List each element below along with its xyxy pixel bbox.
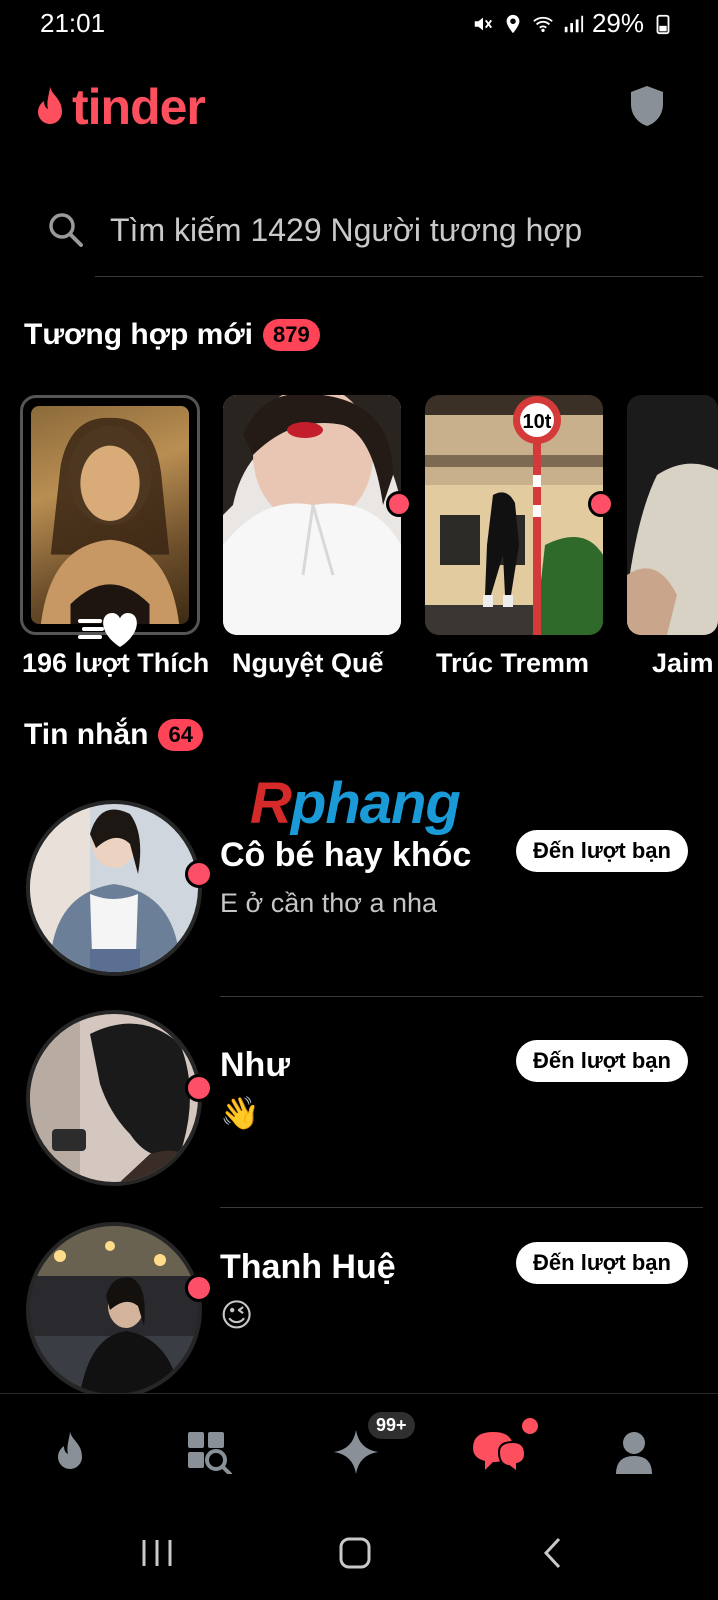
your-turn-badge: Đến lượt bạn [516,1040,688,1082]
new-matches-row: 196 lượt Thích Nguyệt Quế 10t Trúc Tremm… [0,395,718,685]
match-card[interactable] [223,395,401,635]
location-icon [506,14,520,33]
new-matches-count-badge: 879 [263,319,320,351]
sign-text: 10t [523,411,552,433]
message-name: Cô bé hay khóc [220,836,472,874]
new-matches-title: Tương hợp mới [24,318,254,351]
message-row[interactable]: Như 👋 Đến lượt bạn [0,1010,718,1200]
unread-dot [185,1274,213,1302]
chat-notification-dot [522,1418,538,1434]
search-underline [95,276,703,277]
message-preview: 😉 [220,1297,254,1333]
avatar [26,1222,202,1398]
message-name: Như [220,1046,290,1084]
logo-text: tinder [72,79,206,135]
divider [220,996,703,997]
your-turn-badge: Đến lượt bạn [516,1242,688,1284]
top-picks-badge: 99+ [368,1412,415,1439]
nav-chat[interactable] [468,1422,528,1482]
recents-button[interactable] [132,1533,182,1573]
wifi-icon [533,16,553,32]
back-button[interactable] [528,1533,578,1573]
home-icon [58,1431,82,1469]
home-button[interactable] [330,1533,380,1573]
nav-explore[interactable] [180,1422,240,1482]
unread-dot [185,860,213,888]
flame-icon [38,86,62,124]
message-row[interactable]: Thanh Huệ 😉 Đến lượt bạn [0,1222,718,1412]
shield-icon[interactable] [628,84,666,128]
search-input[interactable] [110,204,690,256]
explore-icon [188,1432,232,1474]
likes-photo [31,406,189,624]
app-header: tinder [0,70,718,140]
message-preview: E ở cần thơ a nha [220,888,438,918]
message-row[interactable]: Cô bé hay khóc E ở cần thơ a nha Đến lượ… [0,800,718,990]
message-preview: 👋 [220,1095,260,1131]
battery-percent: 29% [591,8,644,38]
likes-card[interactable] [20,395,200,635]
home-square-icon [339,1537,371,1569]
status-bar: 21:01 29% [0,0,718,48]
likes-heart-icon [78,613,137,647]
battery-icon [656,14,670,34]
search-bar [40,200,703,280]
messages-title: Tin nhắn [24,718,149,751]
message-name: Thanh Huệ [220,1248,396,1286]
chat-icon [473,1432,527,1474]
match-name: Jaim [652,648,714,678]
status-icons: 29% [472,8,674,39]
unread-dot [185,1074,213,1102]
match-name: Trúc Tremm [436,648,590,678]
search-icon [49,213,83,247]
match-card[interactable]: 10t [425,395,603,635]
avatar [26,800,202,976]
messages-count-badge: 64 [158,719,203,751]
unread-dot [386,491,412,517]
signal-icon [564,15,584,32]
match-card[interactable] [627,395,718,635]
back-icon [543,1537,561,1569]
mute-icon [474,17,492,30]
bottom-nav: 99+ [0,1393,718,1503]
divider [220,1207,703,1208]
likes-label: 196 lượt Thích [22,648,210,678]
recents-icon [142,1540,172,1566]
nav-home[interactable] [40,1422,100,1482]
your-turn-badge: Đến lượt bạn [516,830,688,872]
tinder-logo: tinder [30,78,206,136]
match-name: Nguyệt Quế [232,648,384,678]
status-time: 21:01 [40,8,106,38]
profile-icon [616,1432,652,1474]
system-nav-bar [0,1503,718,1600]
nav-profile[interactable] [604,1422,664,1482]
messages-heading: Tin nhắn 64 [24,718,203,752]
new-matches-heading: Tương hợp mới 879 [24,318,320,352]
unread-dot [588,491,614,517]
avatar [26,1010,202,1186]
